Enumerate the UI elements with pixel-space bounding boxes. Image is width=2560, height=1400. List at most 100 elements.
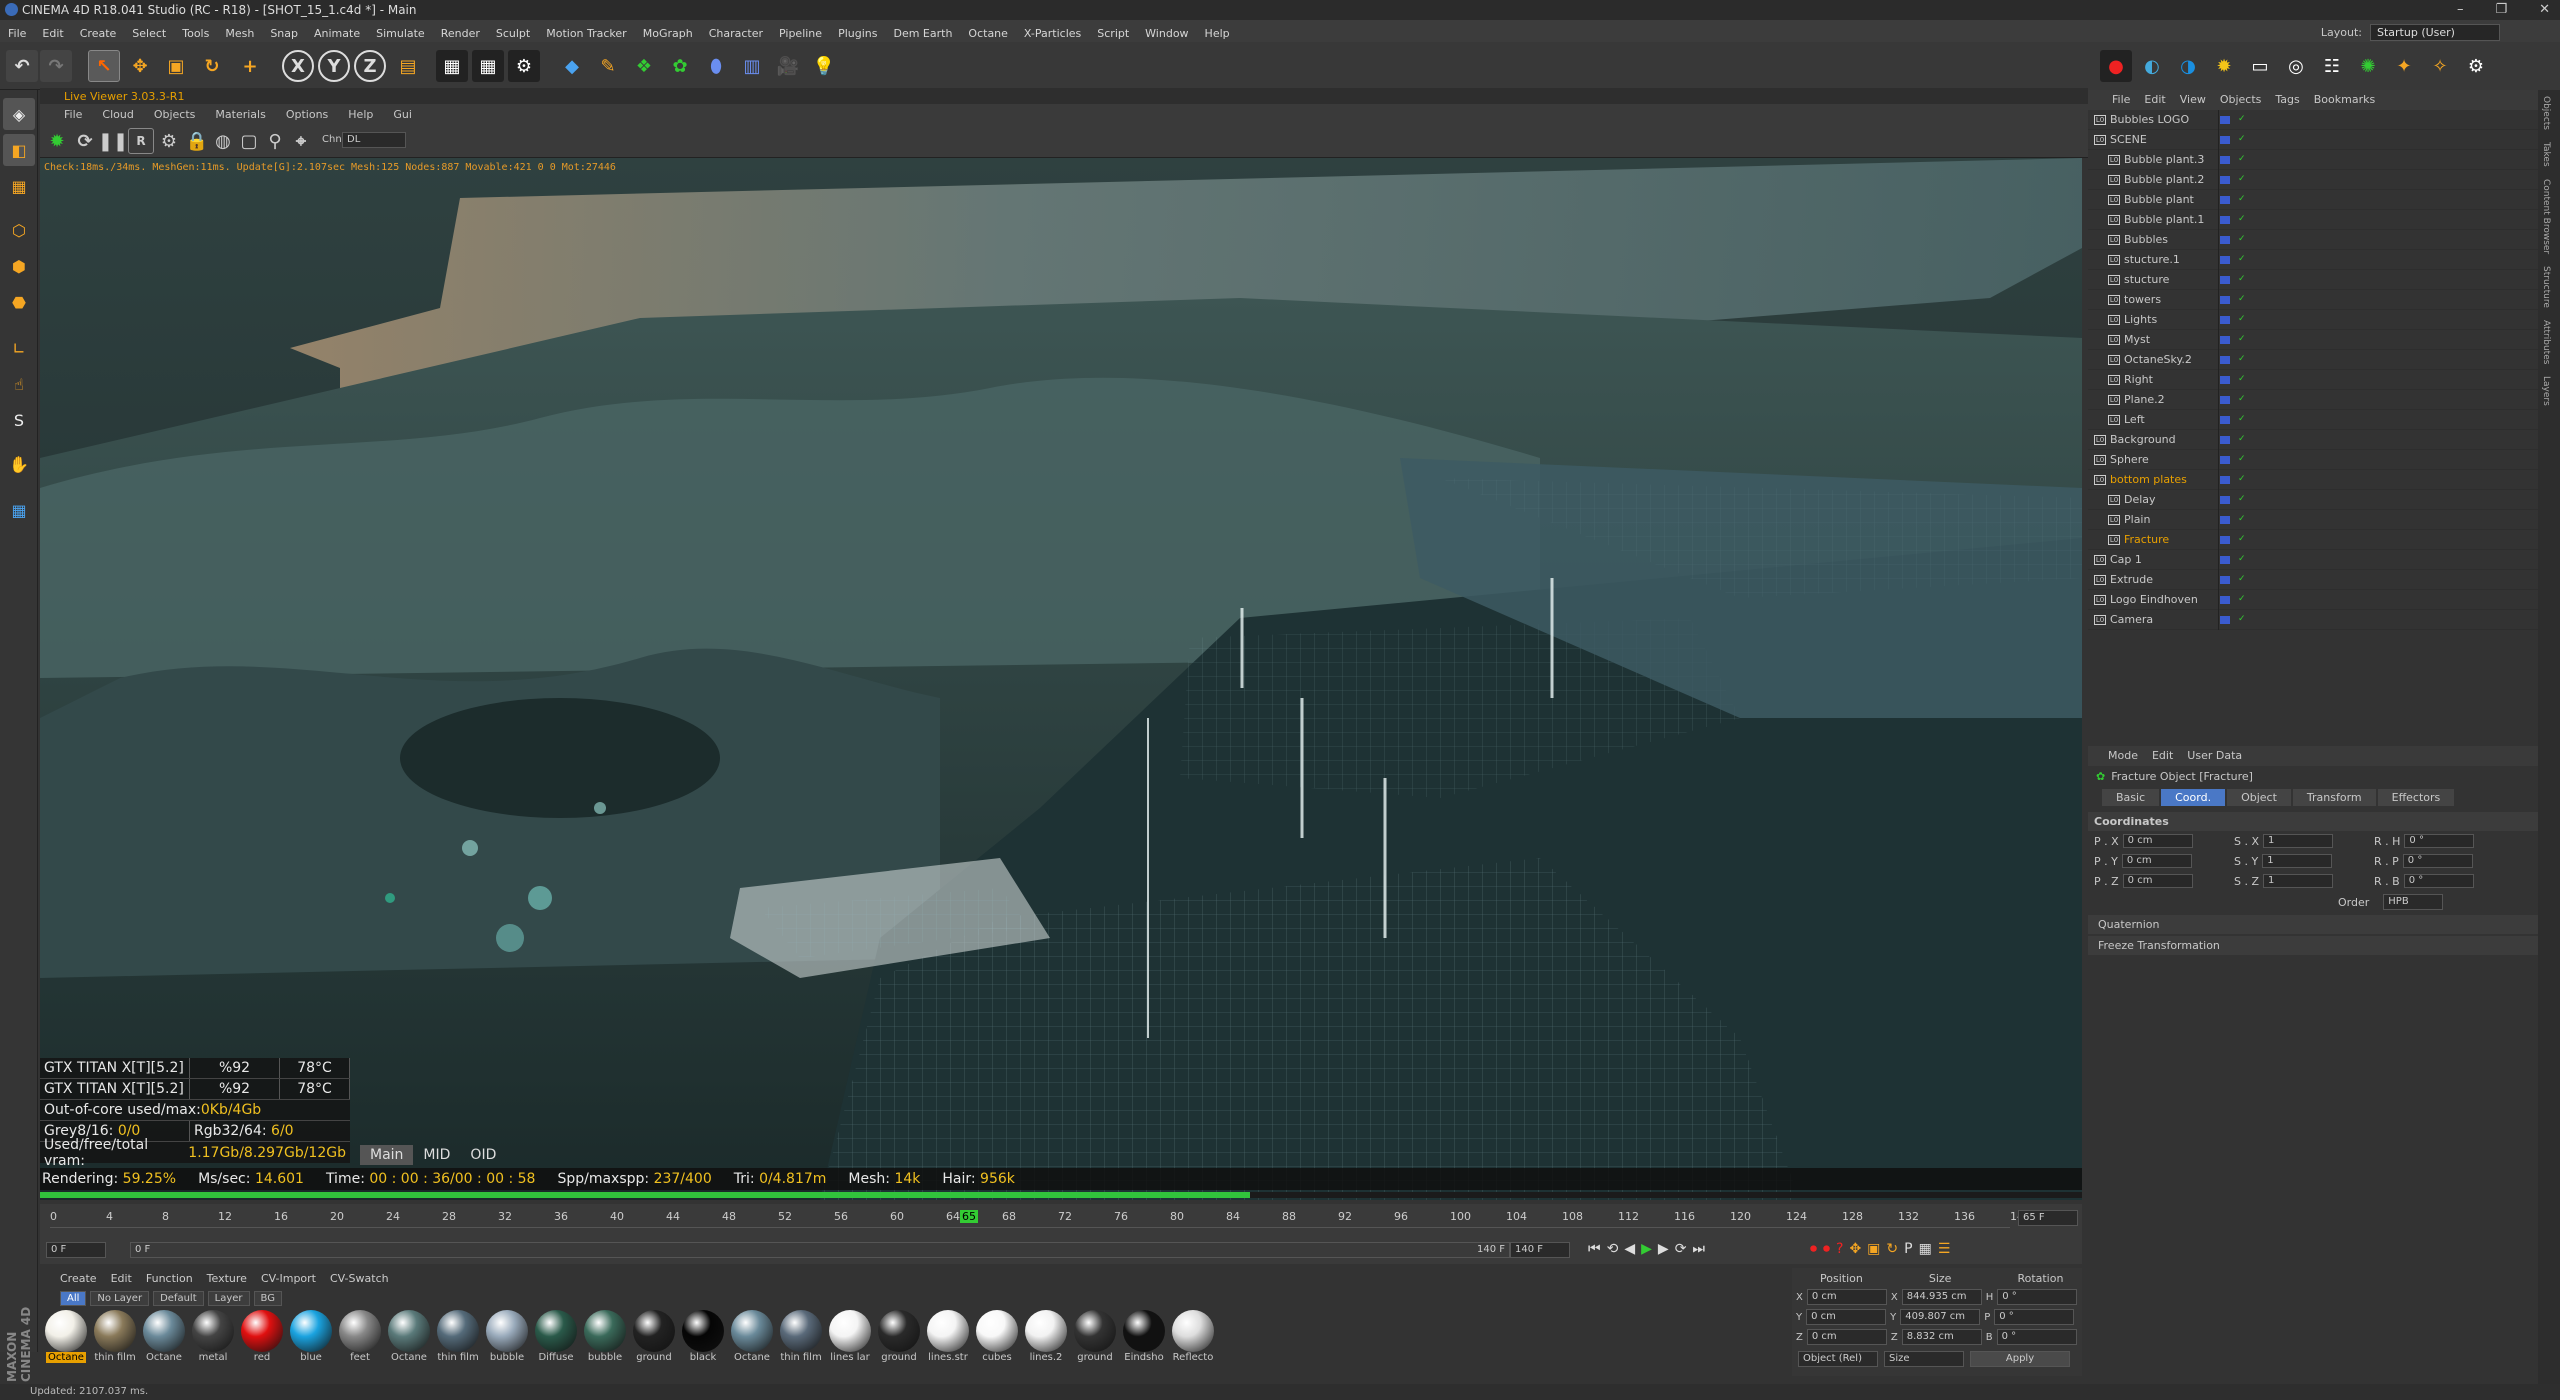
visibility-check-icon[interactable]: ✓ bbox=[2238, 594, 2246, 604]
material-filter-default[interactable]: Default bbox=[153, 1291, 204, 1306]
material-menu-texture[interactable]: Texture bbox=[207, 1272, 247, 1285]
octane-fog-icon[interactable]: ☷ bbox=[2316, 50, 2348, 82]
tab-mid[interactable]: MID bbox=[413, 1145, 460, 1165]
material-filter-all[interactable]: All bbox=[60, 1291, 87, 1306]
menu-octane[interactable]: Octane bbox=[960, 23, 1016, 40]
object-row[interactable]: L0 OctaneSky.2 ✓ bbox=[2088, 349, 2538, 370]
s-value-field[interactable]: 1 bbox=[2263, 874, 2334, 888]
material-filter-layer[interactable]: Layer bbox=[207, 1291, 250, 1306]
menu-dem-earth[interactable]: Dem Earth bbox=[885, 23, 960, 40]
lv-menu-help[interactable]: Help bbox=[348, 108, 373, 121]
next-key-icon[interactable]: ⟳ bbox=[1675, 1241, 1687, 1257]
prev-key-icon[interactable]: ⟲ bbox=[1607, 1241, 1619, 1257]
pin-icon[interactable]: ⚲ bbox=[262, 128, 288, 154]
workplane-icon[interactable]: ▦ bbox=[3, 170, 35, 202]
material-swatch[interactable]: Octane bbox=[385, 1310, 433, 1363]
floor-icon[interactable]: ▥ bbox=[736, 50, 768, 82]
record-icon[interactable]: ⏺ bbox=[1810, 1241, 1817, 1257]
r-value-field[interactable]: 0 ° bbox=[2404, 834, 2475, 848]
snap-icon[interactable]: S bbox=[3, 404, 35, 436]
sculpt-icon[interactable]: ✋ bbox=[3, 448, 35, 480]
lv-menu-materials[interactable]: Materials bbox=[215, 108, 265, 121]
visibility-check-icon[interactable]: ✓ bbox=[2238, 514, 2246, 524]
material-menu-create[interactable]: Create bbox=[60, 1272, 97, 1285]
material-swatch[interactable]: metal bbox=[189, 1310, 237, 1363]
visibility-check-icon[interactable]: ✓ bbox=[2238, 174, 2246, 184]
object-row[interactable]: L0 SCENE ✓ bbox=[2088, 129, 2538, 150]
visibility-check-icon[interactable]: ✓ bbox=[2238, 354, 2246, 364]
object-row[interactable]: L0 Bubble plant ✓ bbox=[2088, 189, 2538, 210]
material-filter-bg[interactable]: BG bbox=[253, 1291, 282, 1306]
dock-tab-takes[interactable]: Takes bbox=[2538, 136, 2554, 173]
edges-mode-icon[interactable]: ⬢ bbox=[3, 250, 35, 282]
material-swatch[interactable]: blue bbox=[287, 1310, 335, 1363]
rotate-icon[interactable]: ↻ bbox=[196, 50, 228, 82]
clay-icon[interactable]: ▢ bbox=[236, 128, 262, 154]
x-axis-icon[interactable]: X bbox=[282, 50, 314, 82]
object-row[interactable]: L0 Plain ✓ bbox=[2088, 509, 2538, 530]
tab-oid[interactable]: OID bbox=[460, 1145, 506, 1165]
light-icon[interactable]: 💡 bbox=[808, 50, 840, 82]
visibility-check-icon[interactable]: ✓ bbox=[2238, 314, 2246, 324]
move-icon[interactable]: ✥ bbox=[124, 50, 156, 82]
lv-menu-cloud[interactable]: Cloud bbox=[102, 108, 133, 121]
restart-icon[interactable]: ⟳ bbox=[72, 128, 98, 154]
param-key-icon[interactable]: P bbox=[1904, 1241, 1912, 1257]
om-menu-view[interactable]: View bbox=[2180, 93, 2206, 107]
visibility-check-icon[interactable]: ✓ bbox=[2238, 474, 2246, 484]
dock-tab-attributes[interactable]: Attributes bbox=[2538, 314, 2554, 370]
visibility-check-icon[interactable]: ✓ bbox=[2238, 114, 2246, 124]
position-field[interactable]: 0 cm bbox=[1806, 1309, 1887, 1325]
timeline-ruler[interactable]: 0 4 8 12 16 20 24 28 32 36 40 44 48 52 56 60 64 65 68 72 76 8… bbox=[50, 1210, 2031, 1228]
scale-key-icon[interactable]: ▣ bbox=[1867, 1241, 1880, 1257]
apply-button[interactable]: Apply bbox=[1970, 1351, 2070, 1367]
timeline-menu-icon[interactable]: ☰ bbox=[1938, 1241, 1951, 1257]
om-menu-bookmarks[interactable]: Bookmarks bbox=[2314, 93, 2375, 107]
octane-object-icon[interactable]: ✧ bbox=[2424, 50, 2456, 82]
rotation-field[interactable]: 0 ° bbox=[1994, 1309, 2075, 1325]
visibility-check-icon[interactable]: ✓ bbox=[2238, 534, 2246, 544]
next-frame-icon[interactable]: ▶ bbox=[1658, 1241, 1669, 1257]
p-value-field[interactable]: 0 cm bbox=[2122, 834, 2193, 848]
octane-tag-icon[interactable]: ✦ bbox=[2388, 50, 2420, 82]
channel-select[interactable]: DL bbox=[342, 132, 406, 148]
octane-hdri-icon[interactable]: ◑ bbox=[2172, 50, 2204, 82]
visibility-check-icon[interactable]: ✓ bbox=[2238, 334, 2246, 344]
redo-icon[interactable]: ↷ bbox=[40, 50, 72, 82]
visibility-check-icon[interactable]: ✓ bbox=[2238, 454, 2246, 464]
material-swatch[interactable]: thin film bbox=[434, 1310, 482, 1363]
subdivision-icon[interactable]: ❖ bbox=[628, 50, 660, 82]
dock-tab-content-browser[interactable]: Content Browser bbox=[2538, 173, 2554, 260]
menu-file[interactable]: File bbox=[0, 23, 34, 40]
material-swatch[interactable]: feet bbox=[336, 1310, 384, 1363]
texture-mode-icon[interactable]: ◧ bbox=[3, 134, 35, 166]
om-menu-tags[interactable]: Tags bbox=[2275, 93, 2299, 107]
om-menu-edit[interactable]: Edit bbox=[2144, 93, 2165, 107]
cloner-icon[interactable]: ✿ bbox=[664, 50, 696, 82]
dock-tab-structure[interactable]: Structure bbox=[2538, 260, 2554, 314]
visibility-check-icon[interactable]: ✓ bbox=[2238, 574, 2246, 584]
material-menu-cv-swatch[interactable]: CV-Swatch bbox=[330, 1272, 389, 1285]
range-slider[interactable]: 0 F 140 F bbox=[130, 1242, 1510, 1258]
position-field[interactable]: 0 cm bbox=[1806, 1289, 1887, 1305]
render-viewport[interactable]: Check:18ms./34ms. MeshGen:11ms. Update[G… bbox=[40, 158, 2082, 1200]
octane-settings-icon[interactable]: ⚙ bbox=[2460, 50, 2492, 82]
dock-tab-layers[interactable]: Layers bbox=[2538, 370, 2554, 412]
rotation-key-icon[interactable]: ↻ bbox=[1886, 1241, 1898, 1257]
visibility-check-icon[interactable]: ✓ bbox=[2238, 194, 2246, 204]
object-row[interactable]: L0 Bubbles LOGO ✓ bbox=[2088, 109, 2538, 130]
r-value-field[interactable]: 0 ° bbox=[2403, 874, 2474, 888]
material-swatch[interactable]: lines lar bbox=[826, 1310, 874, 1363]
object-row[interactable]: L0 Logo Eindhoven ✓ bbox=[2088, 589, 2538, 610]
model-mode-icon[interactable]: ◈ bbox=[3, 98, 35, 130]
visibility-check-icon[interactable]: ✓ bbox=[2238, 294, 2246, 304]
object-row[interactable]: L0 Cap 1 ✓ bbox=[2088, 549, 2538, 570]
coord-mode-select[interactable]: Object (Rel) bbox=[1798, 1351, 1878, 1367]
grid-icon[interactable]: ▦ bbox=[3, 494, 35, 526]
go-start-icon[interactable]: ⏮ bbox=[1588, 1241, 1601, 1257]
minimize-button[interactable]: – bbox=[2457, 2, 2464, 17]
z-axis-icon[interactable]: Z bbox=[354, 50, 386, 82]
object-row[interactable]: L0 stucture.1 ✓ bbox=[2088, 249, 2538, 270]
visibility-check-icon[interactable]: ✓ bbox=[2238, 154, 2246, 164]
material-swatch[interactable]: bubble bbox=[581, 1310, 629, 1363]
